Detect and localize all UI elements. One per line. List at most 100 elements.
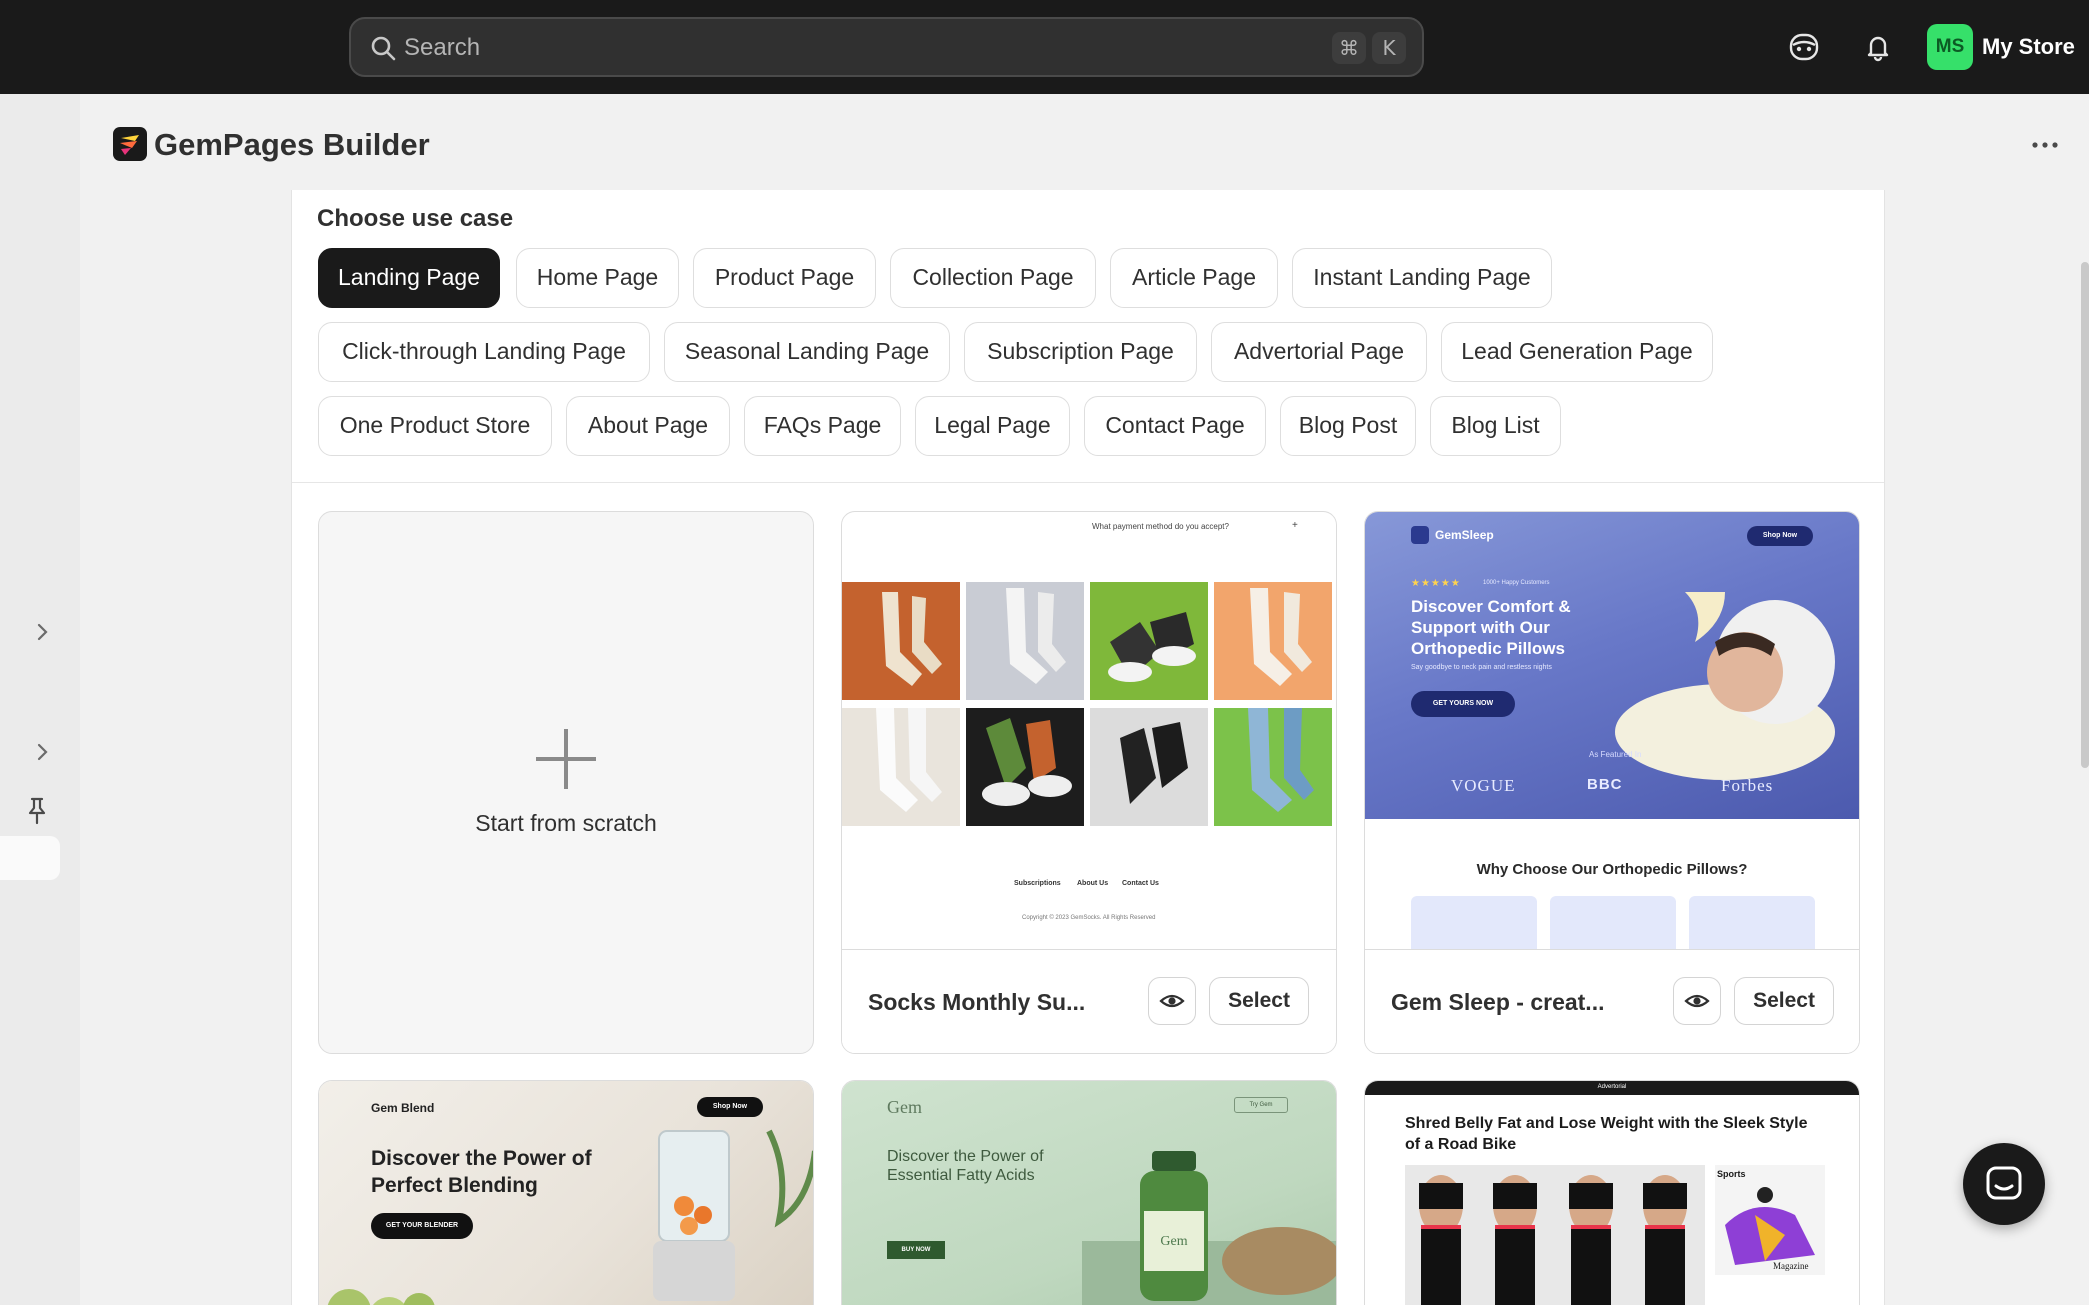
chevron-right-icon[interactable] [30,620,54,644]
chip-advertorial-page[interactable]: Advertorial Page [1211,322,1427,382]
gemsleep-logo-icon [1411,526,1429,544]
chip-seasonal-landing-page[interactable]: Seasonal Landing Page [664,322,950,382]
chevron-right-icon[interactable] [30,740,54,764]
template-card-gem-sleep: GemSleep Shop Now ★★★★★ 1000+ Happy Cust… [1364,511,1860,1054]
sock-photo [842,582,960,700]
preview-feature-card [1550,896,1676,949]
use-case-card: Choose use case Landing Page Home Page P… [291,190,1885,1305]
chat-launcher[interactable] [1963,1143,2045,1225]
gempages-logo-icon [113,127,147,161]
preview-shop-button: Shop Now [697,1097,763,1117]
preview-brand: Gem [887,1097,922,1117]
preview-featured-label: As Featured In [1589,750,1642,759]
rail-selected-item[interactable] [0,836,60,880]
shortcut-cmd-key: ⌘ [1332,32,1366,64]
more-options-icon[interactable] [2030,130,2060,160]
template-preview-gem-sleep[interactable]: GemSleep Shop Now ★★★★★ 1000+ Happy Cust… [1365,512,1859,949]
preview-cta: GET YOURS NOW [1411,691,1515,717]
preview-rating-text: 1000+ Happy Customers [1483,580,1550,586]
preview-hero: GemSleep Shop Now ★★★★★ 1000+ Happy Cust… [1365,512,1859,819]
use-case-title: Choose use case [317,205,514,232]
chip-blog-post[interactable]: Blog Post [1280,396,1416,456]
bottle-label: Gem [1160,1234,1187,1249]
template-preview-gem-fatty-acids: Gem Gem Try Gem Discover the Power of Es… [842,1081,1336,1305]
chip-article-page[interactable]: Article Page [1110,248,1278,308]
sock-photo [1214,708,1332,826]
chip-legal-page[interactable]: Legal Page [915,396,1070,456]
preview-feature-card [1411,896,1537,949]
template-footer: Socks Monthly Su... Select [842,949,1336,1053]
preview-top-bar: Advertorial [1365,1081,1859,1095]
preview-copyright: Copyright © 2023 GemSocks. All Rights Re… [1022,915,1156,921]
page-scrollbar[interactable] [2081,262,2089,768]
chip-product-page[interactable]: Product Page [693,248,876,308]
preview-brand: Gem Blend [371,1101,435,1115]
template-card-gem-fatty-acids[interactable]: Gem Gem Try Gem Discover the Power of Es… [841,1080,1337,1305]
store-avatar[interactable]: MS [1927,24,1973,70]
press-logo: BBC [1587,776,1623,793]
search-bar[interactable]: Search ⌘ K [349,17,1424,77]
chip-collection-page[interactable]: Collection Page [890,248,1096,308]
press-logo: VOGUE [1451,776,1516,795]
eye-icon [1684,994,1710,1008]
template-name: Socks Monthly Su... [868,989,1086,1015]
fruit-image [327,1289,435,1305]
magazine-cover [1715,1165,1825,1275]
divider [292,482,1884,483]
sock-photo [966,582,1084,700]
preview-link: Subscriptions [1014,880,1061,887]
sidekick-icon[interactable] [1788,31,1820,63]
search-placeholder: Search [404,34,481,61]
preview-cta: BUY NOW [887,1241,945,1259]
search-icon [371,36,396,61]
preview-headline: Discover Comfort & Support with Our Orth… [1411,597,1571,658]
store-name[interactable]: My Store [1982,33,2075,61]
preview-headline: Discover the Power of Essential Fatty Ac… [887,1148,1044,1184]
template-card-gem-blend[interactable]: Gem Blend Shop Now Discover the Power of… [318,1080,814,1305]
chip-blog-list[interactable]: Blog List [1430,396,1561,456]
chip-landing-page[interactable]: Landing Page [318,248,500,308]
pin-icon[interactable] [24,796,50,826]
shortcut-k-key: K [1372,32,1406,64]
pillow-image [1615,592,1835,780]
preview-plus-icon: + [1292,520,1298,531]
template-card-advertorial-bike[interactable]: Advertorial Shred Belly Fat and Lose Wei… [1364,1080,1860,1305]
template-footer: Gem Sleep - creat... Select [1365,949,1859,1053]
magazine-label: Magazine [1773,1261,1809,1271]
app-title: GemPages Builder [154,127,430,162]
chip-instant-landing-page[interactable]: Instant Landing Page [1292,248,1552,308]
chip-subscription-page[interactable]: Subscription Page [964,322,1197,382]
sock-photo [842,708,960,826]
chat-icon [1986,1166,2022,1200]
preview-headline: Shred Belly Fat and Lose Weight with the… [1405,1115,1808,1153]
blender-image [653,1129,813,1301]
select-button[interactable]: Select [1734,977,1834,1025]
chip-home-page[interactable]: Home Page [516,248,679,308]
template-preview-socks[interactable]: What payment method do you accept? + Sub… [842,512,1336,949]
preview-tag: Try Gem [1234,1097,1288,1113]
preview-rating: ★★★★★ [1411,578,1461,589]
sock-photo [1090,708,1208,826]
magazine-title: Sports [1717,1169,1746,1179]
chip-faqs-page[interactable]: FAQs Page [744,396,901,456]
chip-click-through-landing-page[interactable]: Click-through Landing Page [318,322,650,382]
preview-button[interactable] [1148,977,1196,1025]
preview-link: About Us [1077,880,1109,887]
select-button[interactable]: Select [1209,977,1309,1025]
template-name: Gem Sleep - creat... [1391,989,1605,1015]
template-preview-gem-blend: Gem Blend Shop Now Discover the Power of… [319,1081,813,1305]
bell-icon[interactable] [1862,31,1894,63]
chip-about-page[interactable]: About Page [566,396,730,456]
chip-contact-page[interactable]: Contact Page [1084,396,1266,456]
eye-icon [1159,994,1185,1008]
preview-brand: GemSleep [1435,528,1494,542]
fitness-photo [1405,1165,1705,1305]
preview-faq-question: What payment method do you accept? [1092,522,1229,531]
preview-why-heading: Why Choose Our Orthopedic Pillows? [1476,861,1748,878]
preview-button[interactable] [1673,977,1721,1025]
chip-one-product-store[interactable]: One Product Store [318,396,552,456]
preview-feature-card [1689,896,1815,949]
preview-link: Contact Us [1122,880,1159,887]
start-from-scratch-tile[interactable]: Start from scratch [318,511,814,1054]
chip-lead-generation-page[interactable]: Lead Generation Page [1441,322,1713,382]
